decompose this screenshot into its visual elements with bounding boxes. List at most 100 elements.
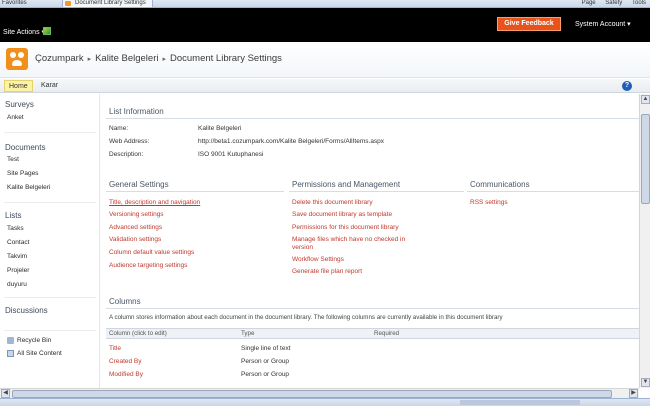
column-type: Person or Group [241,358,290,365]
file-plan-report-link[interactable]: Generate file plan report [292,268,362,275]
browser-toolbar: Favorites Document Library Settings Page… [0,0,650,8]
scroll-thumb[interactable] [12,390,612,398]
system-account-menu[interactable]: System Account ▾ [575,20,631,28]
section-title-general-settings: General Settings [109,180,169,189]
nav-heading-documents[interactable]: Documents [5,143,45,152]
library-permissions-link[interactable]: Permissions for this document library [292,224,399,231]
divider [106,308,639,309]
settings-main: List Information Name: Kalite Belgeleri … [101,94,650,394]
audience-targeting-settings-link[interactable]: Audience targeting settings [109,262,187,269]
section-title-columns: Columns [109,297,141,306]
delete-library-link[interactable]: Delete this document library [292,199,373,206]
save-as-template-link[interactable]: Save document library as template [292,211,392,218]
column-created-by-link[interactable]: Created By [109,358,142,365]
nav-item-duyuru[interactable]: duyuru [7,281,27,288]
favorites-link[interactable]: Favorites [2,0,27,6]
column-title-link[interactable]: Title [109,345,121,352]
section-title-permissions: Permissions and Management [292,180,401,189]
divider [106,118,639,119]
title-description-navigation-link[interactable]: Title, description and navigation [109,199,200,206]
web-address-label: Web Address: [109,138,150,145]
nav-item-site-pages[interactable]: Site Pages [7,170,38,177]
recycle-bin-link[interactable]: Recycle Bin [7,337,51,344]
manage-checked-out-files-link[interactable]: Manage files which have no checked in [292,236,405,243]
name-label: Name: [109,125,129,132]
name-value: Kalite Belgeleri [198,125,242,132]
tab-karar[interactable]: Karar [37,80,62,92]
section-title-list-information: List Information [109,107,164,116]
browser-tools: Page Safety Tools [574,0,646,6]
scroll-up-icon[interactable]: ▲ [641,95,650,104]
nav-item-projeler[interactable]: Projeler [7,267,29,274]
versioning-settings-link[interactable]: Versioning settings [109,211,164,218]
security-zone [460,400,580,405]
column-default-value-settings-link[interactable]: Column default value settings [109,249,194,256]
column-modified-by-link[interactable]: Modified By [109,371,143,378]
title-area: Çozumpark ▸ Kalite Belgeleri ▸ Document Libr… [0,42,650,78]
nav-item-tasks[interactable]: Tasks [7,225,24,232]
sharepoint-icon [65,1,71,6]
manage-checked-out-files-link-cont[interactable]: version [292,244,313,251]
all-site-content-icon [7,350,14,357]
all-site-content-link[interactable]: All Site Content [7,350,62,357]
quick-launch: Surveys Anket Documents Test Site Pages … [0,94,100,394]
give-feedback-button[interactable]: Give Feedback [497,17,561,31]
column-header-required: Required [374,330,400,337]
divider [467,191,639,192]
divider [289,191,464,192]
site-logo-icon[interactable] [6,48,28,70]
scroll-thumb[interactable] [641,114,650,204]
column-type: Single line of text [241,345,291,352]
browser-tab[interactable]: Document Library Settings [62,0,153,7]
chevron-right-icon: ▸ [162,56,166,63]
recycle-bin-label: Recycle Bin [17,337,52,344]
browser-status-bar [0,398,650,406]
recycle-bin-icon [7,337,14,344]
description-value: ISO 9001 Kutuphanesi [198,151,264,158]
page-title: Document Library Settings [169,53,282,64]
tab-home[interactable]: Home [4,80,33,92]
breadcrumb-site[interactable]: Çozumpark [35,53,84,64]
divider [4,330,96,331]
site-actions-menu[interactable]: Site Actions ▾ [3,28,45,36]
rss-settings-link[interactable]: RSS settings [470,199,508,206]
workflow-settings-link[interactable]: Workflow Settings [292,256,344,263]
divider [4,202,96,203]
nav-heading-lists[interactable]: Lists [5,211,21,220]
section-title-communications: Communications [470,180,530,189]
scroll-right-icon[interactable]: ▶ [629,389,638,398]
description-label: Description: [109,151,144,158]
vertical-scrollbar[interactable]: ▲ ▼ [639,94,650,388]
nav-item-contact[interactable]: Contact [7,239,29,246]
columns-description: A column stores information about each d… [109,314,503,321]
breadcrumb-library[interactable]: Kalite Belgeleri [95,53,158,64]
scroll-down-icon[interactable]: ▼ [641,378,650,387]
nav-item-kalite-belgeleri[interactable]: Kalite Belgeleri [7,184,50,191]
column-type: Person or Group [241,371,290,378]
nav-item-takvim[interactable]: Takvim [7,253,27,260]
navigate-up-icon[interactable] [43,27,51,35]
nav-heading-surveys[interactable]: Surveys [5,100,34,109]
nav-item-test[interactable]: Test [7,156,19,163]
advanced-settings-link[interactable]: Advanced settings [109,224,162,231]
help-icon[interactable]: ? [622,81,632,91]
scroll-left-icon[interactable]: ◀ [1,389,10,398]
divider [106,191,284,192]
nav-item-anket[interactable]: Anket [7,114,24,121]
page-menu[interactable]: Page [582,0,596,6]
column-header-type: Type [241,330,255,337]
column-header-name[interactable]: Column (click to edit) [109,330,167,337]
validation-settings-link[interactable]: Validation settings [109,236,161,243]
all-site-content-label: All Site Content [17,350,62,357]
safety-menu[interactable]: Safety [605,0,622,6]
divider [4,132,96,133]
chevron-right-icon: ▸ [87,56,92,63]
top-navigation: Home Karar ? [0,79,650,93]
breadcrumb: Çozumpark ▸ Kalite Belgeleri ▸ Document Libr… [35,53,282,64]
tools-menu[interactable]: Tools [632,0,646,6]
web-address-value: http://beta1.cozumpark.com/Kalite Belgel… [198,138,385,145]
horizontal-scrollbar[interactable]: ◀ ▶ [0,388,639,398]
ribbon-bar: Site Actions ▾ Give Feedback System Acco… [0,8,650,42]
nav-heading-discussions[interactable]: Discussions [5,306,48,315]
columns-table-header: Column (click to edit) Type Required [106,328,639,339]
